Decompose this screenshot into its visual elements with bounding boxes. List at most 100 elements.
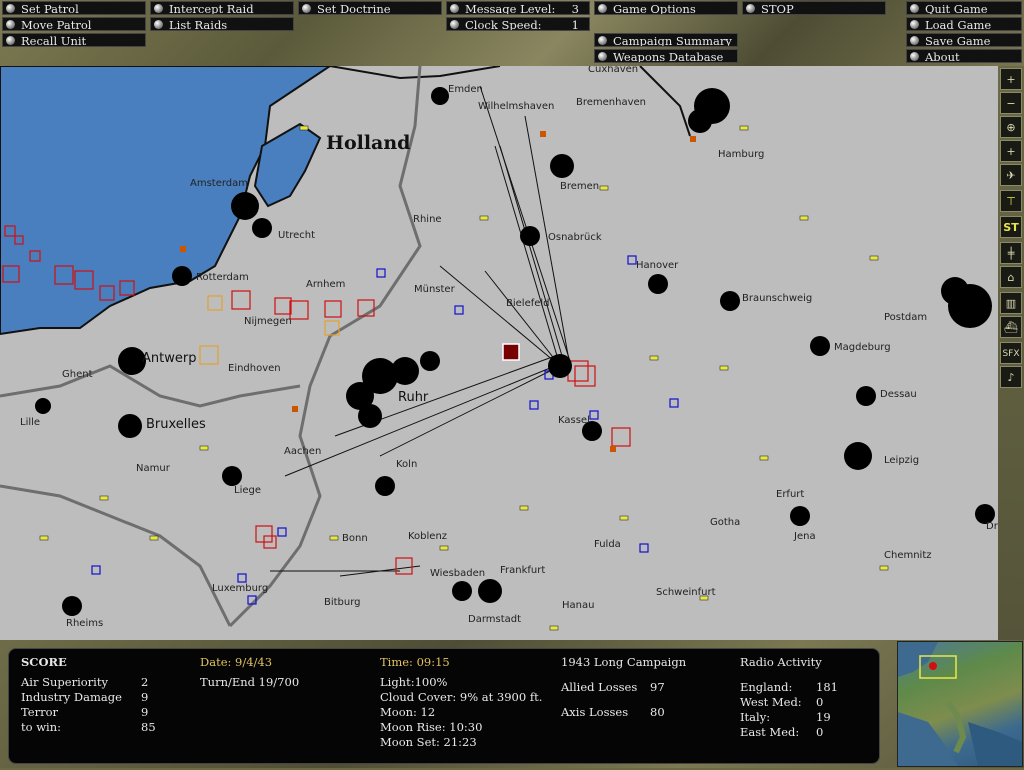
city-label: Antwerp	[142, 351, 197, 366]
weapons-database-button[interactable]: Weapons Database	[594, 49, 738, 63]
city-label: Koln	[396, 459, 418, 470]
list-raids-button[interactable]: List Raids	[150, 17, 294, 31]
city-label: Hanover	[636, 260, 679, 271]
set-patrol-button[interactable]: Set Patrol	[2, 1, 146, 15]
ship-icon[interactable]: ⛴	[1000, 316, 1022, 338]
airfield-icon[interactable]: ╪	[1000, 242, 1022, 264]
minimap-graphics	[898, 642, 1022, 766]
terror-value: 9	[141, 705, 149, 719]
city-label: Liege	[234, 485, 262, 496]
aircraft-filter-icon[interactable]: ✈	[1000, 164, 1022, 186]
border-france	[0, 484, 232, 627]
city-label: Ruhr	[398, 390, 429, 405]
city-label: Cuxhaven	[588, 66, 639, 75]
crosshair-icon[interactable]: +	[1000, 140, 1022, 162]
stop-button[interactable]: STOP	[742, 1, 886, 15]
city-label: Wilhelmshaven	[478, 101, 555, 112]
center-map-icon[interactable]: ⊕	[1000, 116, 1022, 138]
allied-losses-value: 97	[650, 680, 665, 694]
flak-filter-icon[interactable]: ⊤	[1000, 190, 1022, 212]
coast-north	[329, 66, 501, 80]
top-menu-bar: Set Patrol Move Patrol Recall Unit Inter…	[0, 0, 1024, 66]
radio-icon	[910, 20, 919, 29]
west-med-label: West Med:	[740, 695, 802, 709]
city-label: Koblenz	[408, 531, 448, 542]
load-game-button[interactable]: Load Game	[906, 17, 1022, 31]
save-game-button[interactable]: Save Game	[906, 33, 1022, 47]
radar-icon[interactable]: ⌂	[1000, 266, 1022, 288]
city-label: Ghent	[62, 369, 93, 380]
air-superiority-value: 2	[141, 675, 149, 689]
minimap[interactable]	[897, 641, 1023, 767]
radio-icon	[598, 36, 607, 45]
cloud-cover-text: Cloud Cover: 9% at 3900 ft.	[380, 690, 543, 704]
intercept-raid-button[interactable]: Intercept Raid	[150, 1, 294, 15]
to-win-value: 85	[141, 720, 156, 734]
elbe-estuary	[639, 66, 691, 137]
italy-label: Italy:	[740, 710, 771, 724]
factory-icon[interactable]: ▥	[1000, 292, 1022, 314]
game-options-button[interactable]: Game Options	[594, 1, 738, 15]
city-label: Münster	[414, 284, 455, 295]
date-text: Date: 9/4/43	[200, 655, 273, 669]
city-label: Rotterdam	[196, 272, 249, 283]
radio-icon	[910, 36, 919, 45]
east-med-value: 0	[816, 725, 824, 739]
radio-icon	[6, 20, 15, 29]
radio-icon	[746, 4, 755, 13]
radio-icon	[598, 52, 607, 61]
selected-target	[502, 343, 520, 361]
move-patrol-button[interactable]: Move Patrol	[2, 17, 146, 31]
message-level-control[interactable]: Message Level: 3	[446, 1, 590, 15]
terror-label: Terror	[21, 705, 58, 719]
zoom-in-icon[interactable]: +	[1000, 68, 1022, 90]
light-text: Light:100%	[380, 675, 448, 689]
campaign-summary-button[interactable]: Campaign Summary	[594, 33, 738, 47]
quit-game-button[interactable]: Quit Game	[906, 1, 1022, 15]
axis-losses-label: Axis Losses	[561, 705, 629, 719]
region-label-holland: Holland	[326, 132, 411, 154]
zoom-out-icon[interactable]: −	[1000, 92, 1022, 114]
radio-icon	[910, 52, 919, 61]
radio-activity-title: Radio Activity	[740, 655, 822, 669]
industry-damage-value: 9	[141, 690, 149, 704]
city-label: Namur	[136, 463, 170, 474]
city-label: Bremen	[560, 181, 600, 192]
radio-icon	[6, 36, 15, 45]
city-label: Braunschweig	[742, 293, 813, 304]
england-value: 181	[816, 680, 838, 694]
city-label: Bielefeld	[506, 298, 550, 309]
campaign-name: 1943 Long Campaign	[561, 655, 687, 669]
industry-damage-label: Industry Damage	[21, 690, 122, 704]
city-label: Bruxelles	[146, 417, 206, 432]
music-icon[interactable]: ♪	[1000, 366, 1022, 388]
campaign-map[interactable]: Holland Emden Wilhelmshaven Cuxhaven Bre…	[0, 66, 998, 640]
city-label: Nijmegen	[244, 316, 292, 327]
moon-text: Moon: 12	[380, 705, 436, 719]
city-label: Kassel	[558, 415, 590, 426]
city-label: Wiesbaden	[430, 568, 486, 579]
set-doctrine-button[interactable]: Set Doctrine	[298, 1, 442, 15]
radio-icon	[154, 4, 163, 13]
city-label: Osnabrück	[548, 232, 602, 243]
radio-icon	[154, 20, 163, 29]
about-button[interactable]: About	[906, 49, 1022, 63]
turn-end-text: Turn/End 19/700	[200, 675, 300, 689]
sfx-toggle[interactable]: SFX	[1000, 342, 1022, 364]
city-label: Rhine	[413, 214, 442, 225]
city-label: Hamburg	[718, 149, 765, 160]
clock-speed-control[interactable]: Clock Speed: 1	[446, 17, 590, 31]
england-label: England:	[740, 680, 793, 694]
score-title: SCORE	[21, 655, 67, 669]
allied-losses-label: Allied Losses	[561, 680, 638, 694]
st-toggle[interactable]: ST	[1000, 216, 1022, 238]
city-label: Gotha	[710, 517, 741, 528]
italy-value: 19	[816, 710, 831, 724]
recall-unit-button[interactable]: Recall Unit	[2, 33, 146, 47]
city-label: Darmstadt	[468, 614, 522, 625]
city-label: Leipzig	[884, 455, 920, 466]
radio-icon	[6, 4, 15, 13]
axis-losses-value: 80	[650, 705, 665, 719]
city-label: Schweinfurt	[656, 587, 716, 598]
radio-icon	[598, 4, 607, 13]
